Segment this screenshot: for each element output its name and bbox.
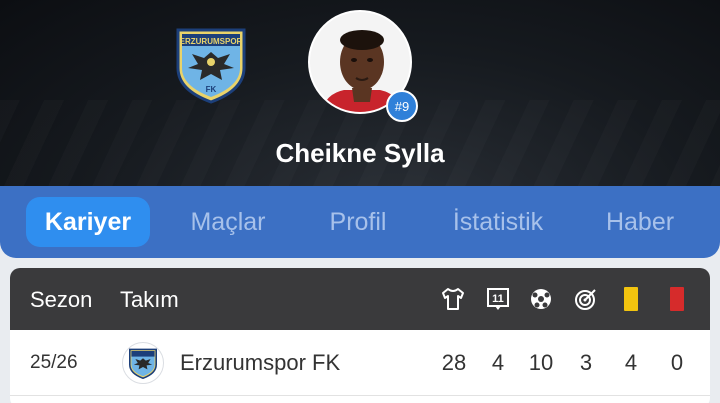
- shirt-icon: [440, 286, 466, 312]
- player-header: ERZURUMSPOR FK #9 Cheikne Sylla: [0, 0, 720, 200]
- player-name: Cheikne Sylla: [275, 138, 445, 168]
- svg-text:11: 11: [492, 293, 504, 305]
- team-cell[interactable]: Erzurumspor FK: [180, 350, 340, 376]
- assists-cell: 3: [579, 350, 593, 375]
- season-column-header: Sezon: [30, 287, 93, 312]
- season-cell: 25/26: [30, 352, 78, 373]
- substitute-icon: 11: [485, 286, 511, 312]
- tab-haber[interactable]: Haber: [590, 197, 690, 247]
- career-table-header: Sezon Takım 11: [10, 268, 710, 330]
- player-avatar-container: #9: [308, 10, 418, 122]
- team-logo: [122, 342, 164, 384]
- yellow-card-icon: [618, 286, 644, 312]
- table-row[interactable]: 25/26 Erzurumspor FK 28 4 10 3 4 0: [10, 330, 710, 396]
- yellow-cards-cell: 4: [624, 350, 638, 375]
- svg-text:ERZURUMSPOR: ERZURUMSPOR: [180, 37, 243, 46]
- svg-text:FK: FK: [206, 85, 217, 94]
- erzurumspor-crest-icon: ERZURUMSPOR FK: [176, 28, 246, 104]
- shirt-number-badge: #9: [386, 90, 418, 122]
- tab-maclar[interactable]: Maçlar: [172, 197, 284, 247]
- tab-kariyer[interactable]: Kariyer: [26, 197, 150, 247]
- club-logo[interactable]: ERZURUMSPOR FK: [174, 24, 248, 104]
- erzurumspor-crest-icon: [129, 348, 157, 379]
- goals-cell: 10: [528, 350, 554, 375]
- substitute-cell: 4: [491, 350, 505, 375]
- tab-istatistik[interactable]: İstatistik: [432, 197, 564, 247]
- career-table: Sezon Takım 11 25/26 Erzurumspor FK 28 4…: [10, 268, 710, 403]
- team-column-header: Takım: [120, 287, 179, 312]
- red-cards-cell: 0: [670, 350, 684, 375]
- red-card-icon: [664, 286, 690, 312]
- ball-icon: [528, 286, 554, 312]
- target-icon: [573, 286, 599, 312]
- tab-profil[interactable]: Profil: [312, 197, 404, 247]
- tab-bar: Kariyer Maçlar Profil İstatistik Haber: [0, 186, 720, 258]
- appearances-cell: 28: [441, 350, 467, 375]
